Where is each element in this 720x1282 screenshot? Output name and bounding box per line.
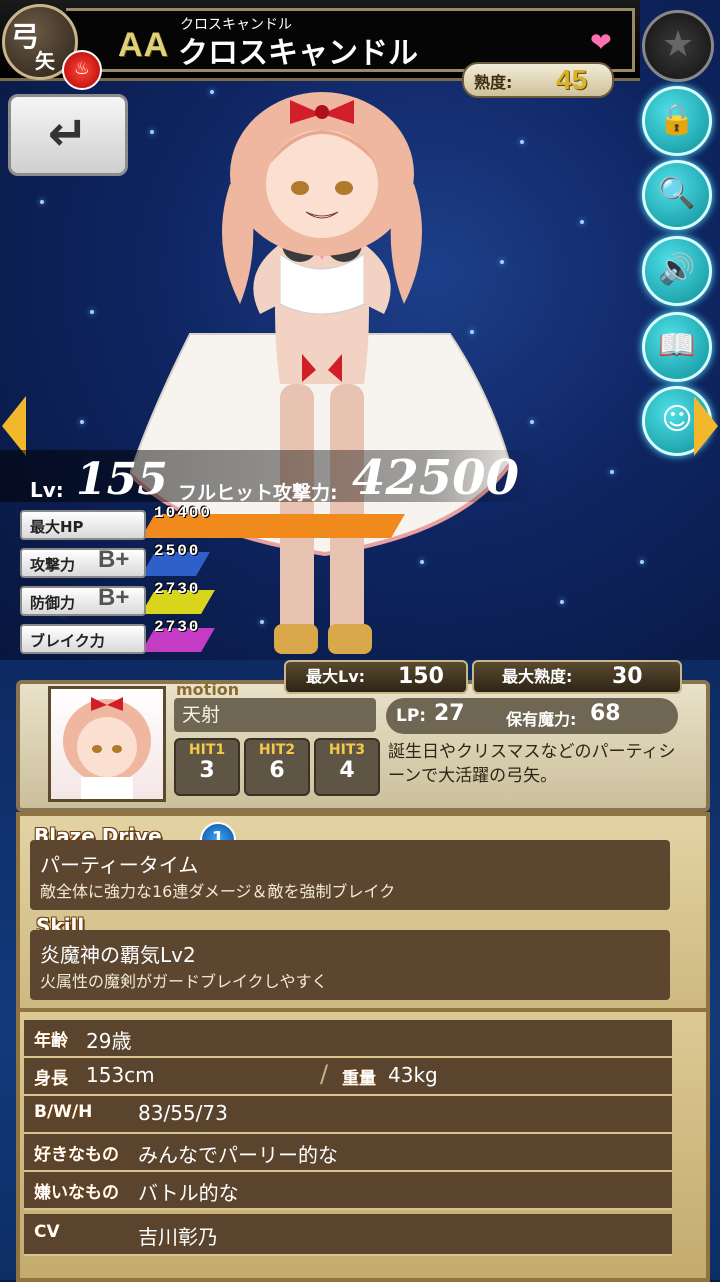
blaze-drive-name: パーティータイム [40, 853, 199, 877]
hit-box: HIT3 4 [314, 738, 380, 796]
profile-row-likes: 好きなもの みんなでパーリー的な [24, 1134, 672, 1172]
star-sparkle [580, 220, 584, 224]
star-sparkle [90, 310, 94, 314]
stat-grade: B+ [98, 584, 130, 611]
book-icon[interactable]: 📖 [642, 312, 712, 382]
hit-label: HIT3 [328, 742, 366, 758]
mana-value: 68 [590, 701, 621, 726]
likes-value: みんなでパーリー的な [138, 1143, 338, 1167]
character-name: クロスキャンドル [178, 36, 418, 71]
profile-row-cv: CV 吉川彰乃 [24, 1214, 672, 1256]
star-icon[interactable]: ★ [642, 10, 714, 82]
age-label: 年齢 [34, 1031, 68, 1051]
bwh-value: 83/55/73 [138, 1101, 228, 1125]
hit-value: 6 [269, 758, 285, 783]
level-value: 155 [76, 454, 168, 505]
cv-value: 吉川彰乃 [138, 1225, 218, 1249]
stat-value: 2730 [154, 580, 201, 598]
skill-box: 炎魔神の覇気Lv2 火属性の魔剣がガードブレイクしやすく [30, 930, 670, 1000]
star-sparkle [610, 470, 614, 474]
level-label: Lv: [30, 478, 64, 502]
separator-slash: / [320, 1060, 329, 1088]
stat-label: ブレイク力 [20, 624, 146, 654]
stat-grade: B+ [98, 546, 130, 573]
profile-row-age: 年齢 29歳 [24, 1020, 672, 1058]
stat-value: 2730 [154, 618, 201, 636]
profile-row-height-weight: 身長 153cm / 重量 43kg [24, 1058, 672, 1096]
skill-description: 火属性の魔剣がガードブレイクしやすく [40, 972, 328, 991]
star-sparkle [530, 420, 534, 424]
max-proficiency-value: 30 [612, 664, 643, 689]
weight-label: 重量 [342, 1069, 376, 1089]
likes-label: 好きなもの [34, 1145, 119, 1165]
weapon-description: 誕生日やクリスマスなどのパーティシーンで大活躍の弓矢。 [388, 742, 676, 786]
lp-value: 27 [434, 701, 465, 726]
weight-value: 43kg [388, 1063, 438, 1087]
lp-label: LP: [396, 706, 427, 726]
max-level-value: 150 [398, 664, 444, 689]
speaker-icon[interactable]: 🔊 [642, 236, 712, 306]
lock-icon[interactable]: 🔒 [642, 86, 712, 156]
character-illustration [130, 92, 512, 654]
lp-mana-box: LP: 27 保有魔力: 68 [386, 698, 678, 734]
max-level-label: 最大Lv: [306, 667, 366, 686]
skill-name: 炎魔神の覇気Lv2 [40, 943, 196, 967]
rarity-rank: AA [118, 26, 170, 64]
hit-box: HIT1 3 [174, 738, 240, 796]
height-value: 153cm [86, 1063, 155, 1087]
hit-value: 4 [339, 758, 355, 783]
hit-label: HIT1 [188, 742, 226, 758]
heart-icon[interactable]: ❤ [590, 28, 612, 58]
bwh-label: B/W/H [34, 1102, 93, 1122]
fullhit-attack-value: 42500 [352, 450, 519, 506]
max-proficiency-label: 最大熟度: [502, 667, 573, 686]
magnifier-icon[interactable]: 🔍 [642, 160, 712, 230]
motion-value: 天射 [174, 698, 376, 732]
proficiency-badge: 熟度: 45 [462, 62, 614, 98]
back-button[interactable]: ↵ [8, 94, 128, 176]
age-value: 29歳 [86, 1029, 132, 1053]
class-kanji-arrow: 矢 [35, 49, 55, 73]
proficiency-value: 45 [556, 64, 588, 95]
character-portrait [48, 686, 166, 802]
next-arrow-icon[interactable] [694, 396, 718, 456]
hit-label: HIT2 [258, 742, 296, 758]
dislikes-label: 嫌いなもの [34, 1183, 119, 1203]
dislikes-value: バトル的な [138, 1181, 239, 1205]
blaze-drive-box: パーティータイム 敵全体に強力な16連ダメージ＆敵を強制ブレイク [30, 840, 670, 910]
stat-value: 10400 [154, 504, 213, 522]
previous-arrow-icon[interactable] [2, 396, 26, 456]
star-sparkle [40, 200, 44, 204]
mana-label: 保有魔力: [506, 710, 577, 729]
max-level-bar: 最大Lv: 150 [284, 660, 468, 694]
stat-value: 2500 [154, 542, 201, 560]
star-sparkle [80, 420, 84, 424]
hit-box: HIT2 6 [244, 738, 310, 796]
fire-element-icon: ♨ [62, 50, 102, 90]
profile-row-bwh: B/W/H 83/55/73 [24, 1096, 672, 1134]
star-sparkle [560, 600, 564, 604]
profile-row-dislikes: 嫌いなもの バトル的な [24, 1172, 672, 1210]
cv-label: CV [34, 1222, 60, 1242]
proficiency-label: 熟度: [474, 73, 513, 92]
fullhit-attack-label: フルヒット攻撃力: [178, 482, 338, 504]
return-arrow-icon: ↵ [47, 106, 89, 162]
star-sparkle [520, 140, 524, 144]
blaze-drive-description: 敵全体に強力な16連ダメージ＆敵を強制ブレイク [40, 882, 396, 901]
height-label: 身長 [34, 1069, 68, 1089]
hit-value: 3 [199, 758, 215, 783]
star-sparkle [640, 560, 644, 564]
stat-label: 最大HP [20, 510, 146, 540]
motion-label: motion [176, 680, 240, 699]
max-proficiency-bar: 最大熟度: 30 [472, 660, 682, 694]
